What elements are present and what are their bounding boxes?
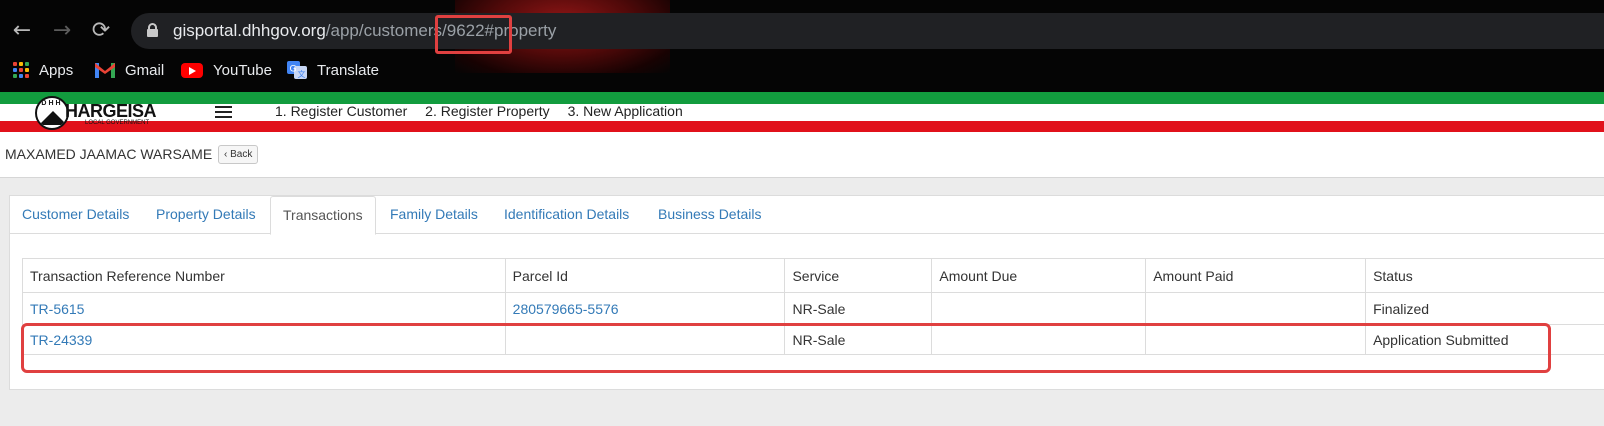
flag-stripe-red (0, 121, 1604, 132)
tab-family-details[interactable]: Family Details (390, 206, 478, 222)
table-header-row: Transaction Reference Number Parcel Id S… (22, 258, 1604, 293)
column-header[interactable]: Status (1365, 258, 1604, 293)
browser-chrome: ← → ⟳ gisportal.dhhgov.org/app/customers… (0, 0, 1604, 92)
svg-text:文: 文 (298, 69, 306, 79)
back-arrow-icon[interactable]: ← (9, 18, 35, 44)
table-row: TR-5615 280579665-5576 NR-Sale Finalized (22, 292, 1604, 325)
menu-icon[interactable] (215, 106, 232, 119)
row-highlight-box (21, 323, 1551, 373)
bookmark-label: Gmail (125, 61, 165, 79)
gmail-icon (95, 62, 115, 78)
amount-paid-cell (1145, 292, 1367, 325)
logo-emblem-icon: DHH (35, 96, 69, 130)
service-cell: NR-Sale (784, 292, 933, 325)
column-header[interactable]: Transaction Reference Number (22, 258, 506, 293)
tab-business-details[interactable]: Business Details (658, 206, 762, 222)
transaction-reference-link[interactable]: TR-5615 (22, 292, 506, 325)
bookmark-gmail[interactable]: Gmail (95, 56, 164, 84)
parcel-id-link[interactable]: 280579665-5576 (504, 292, 786, 325)
forward-arrow-icon[interactable]: → (49, 18, 75, 44)
logo-letters: DHH (41, 100, 63, 107)
amount-due-cell (931, 292, 1147, 325)
tab-customer-details[interactable]: Customer Details (22, 206, 129, 222)
step-new-application[interactable]: 3. New Application (568, 103, 683, 119)
customer-name: MAXAMED JAAMAC WARSAME (5, 146, 213, 162)
url-host: gisportal.dhhgov.org (173, 21, 326, 40)
flag-stripe-white (0, 104, 1604, 121)
back-button-label: Back (230, 149, 253, 160)
address-bar[interactable]: gisportal.dhhgov.org/app/customers/9622#… (131, 13, 1604, 49)
bookmark-label: Apps (39, 61, 74, 79)
tab-transactions[interactable]: Transactions (270, 196, 376, 235)
column-header[interactable]: Amount Paid (1145, 258, 1367, 293)
tab-bar: Customer Details Property Details Transa… (10, 196, 1604, 235)
bookmark-apps[interactable]: Apps (13, 56, 73, 84)
lock-icon (147, 23, 158, 37)
bookmark-label: Translate (317, 61, 379, 79)
step-register-customer[interactable]: 1. Register Customer (275, 103, 407, 119)
column-header[interactable]: Amount Due (931, 258, 1147, 293)
flag-stripe-green (0, 92, 1604, 104)
svg-text:G: G (290, 65, 297, 75)
column-header[interactable]: Service (784, 258, 933, 293)
url-highlight-box (435, 15, 512, 54)
column-header[interactable]: Parcel Id (504, 258, 786, 293)
registration-steps: 1. Register Customer 2. Register Propert… (275, 103, 697, 119)
reload-icon[interactable]: ⟳ (88, 18, 114, 44)
translate-icon: G 文 (287, 61, 307, 79)
tab-identification-details[interactable]: Identification Details (504, 206, 629, 222)
logo-subtitle: LOCAL GOVERNMENT (85, 120, 150, 126)
bookmark-translate[interactable]: G 文 Translate (287, 56, 379, 84)
status-cell: Finalized (1365, 292, 1604, 325)
back-button[interactable]: ‹ Back (218, 145, 259, 164)
bookmark-label: YouTube (213, 61, 272, 79)
youtube-icon (181, 62, 203, 78)
site-logo[interactable]: DHH HARGEISA LOCAL GOVERNMENT (35, 96, 165, 130)
tab-property-details[interactable]: Property Details (156, 206, 256, 222)
logo-name: HARGEISA (65, 101, 157, 121)
step-register-property[interactable]: 2. Register Property (425, 103, 550, 119)
apps-grid-icon (13, 62, 29, 78)
bookmark-youtube[interactable]: YouTube (181, 56, 272, 84)
